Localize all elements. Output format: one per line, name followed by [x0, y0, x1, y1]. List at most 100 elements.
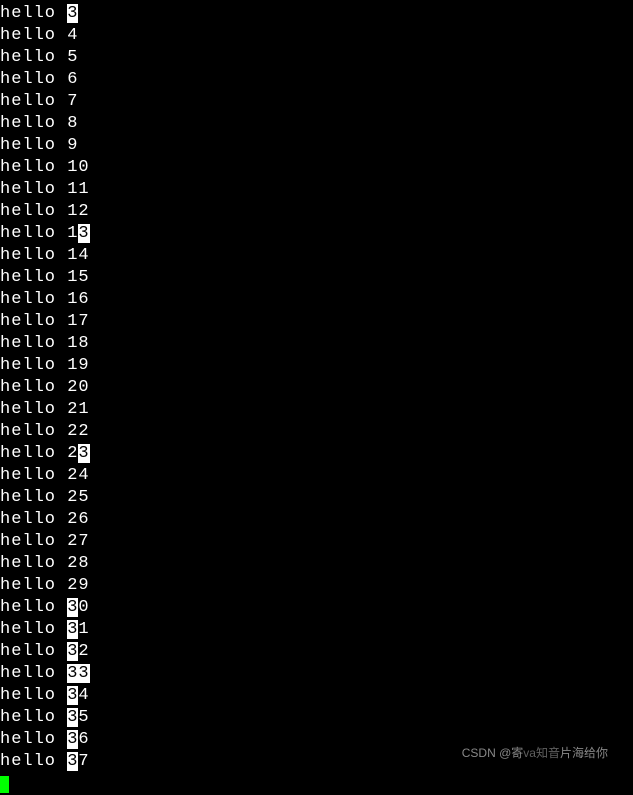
- watermark-text-2: 片海给你: [560, 746, 608, 760]
- terminal-line: hello 4: [0, 25, 633, 47]
- line-number-part: 4: [67, 26, 78, 45]
- line-prefix: hello: [0, 642, 67, 661]
- search-highlight: 3: [67, 708, 78, 727]
- line-number-part: 28: [67, 554, 89, 573]
- line-prefix: hello: [0, 554, 67, 573]
- line-prefix: hello: [0, 598, 67, 617]
- search-highlight: 3: [67, 730, 78, 749]
- line-prefix: hello: [0, 664, 67, 683]
- terminal-line: hello 17: [0, 311, 633, 333]
- line-prefix: hello: [0, 730, 67, 749]
- line-number-part: 9: [67, 136, 78, 155]
- watermark-text-1: CSDN @寄: [462, 746, 524, 760]
- search-highlight: 3: [67, 752, 78, 771]
- line-number-part: 22: [67, 422, 89, 441]
- line-prefix: hello: [0, 246, 67, 265]
- terminal-line: hello 26: [0, 509, 633, 531]
- line-prefix: hello: [0, 356, 67, 375]
- terminal-line: hello 13: [0, 223, 633, 245]
- line-number-part: 29: [67, 576, 89, 595]
- search-highlight: 3: [67, 620, 78, 639]
- terminal-line: hello 21: [0, 399, 633, 421]
- cursor-icon: [0, 776, 9, 793]
- terminal-line: hello 19: [0, 355, 633, 377]
- line-prefix: hello: [0, 290, 67, 309]
- line-prefix: hello: [0, 708, 67, 727]
- terminal-line: hello 18: [0, 333, 633, 355]
- line-number-part: 26: [67, 510, 89, 529]
- line-prefix: hello: [0, 620, 67, 639]
- terminal-line: hello 12: [0, 201, 633, 223]
- line-number-part: 10: [67, 158, 89, 177]
- search-highlight: 33: [67, 664, 89, 683]
- terminal-line: hello 34: [0, 685, 633, 707]
- terminal-output: hello 3hello 4hello 5hello 6hello 7hello…: [0, 3, 633, 795]
- terminal-line: hello 6: [0, 69, 633, 91]
- search-highlight: 3: [78, 444, 89, 463]
- line-prefix: hello: [0, 444, 67, 463]
- line-number-part: 20: [67, 378, 89, 397]
- line-number-part: 5: [78, 708, 89, 727]
- line-number-part: 6: [67, 70, 78, 89]
- line-prefix: hello: [0, 400, 67, 419]
- line-prefix: hello: [0, 334, 67, 353]
- terminal-line: hello 24: [0, 465, 633, 487]
- line-prefix: hello: [0, 312, 67, 331]
- line-prefix: hello: [0, 26, 67, 45]
- line-prefix: hello: [0, 752, 67, 771]
- line-number-part: 7: [67, 92, 78, 111]
- search-highlight: 3: [78, 224, 89, 243]
- line-prefix: hello: [0, 202, 67, 221]
- line-prefix: hello: [0, 114, 67, 133]
- line-number-part: 8: [67, 114, 78, 133]
- line-prefix: hello: [0, 488, 67, 507]
- search-highlight: 3: [67, 4, 78, 23]
- line-prefix: hello: [0, 466, 67, 485]
- line-number-part: 11: [67, 180, 89, 199]
- terminal-line: hello 22: [0, 421, 633, 443]
- line-prefix: hello: [0, 70, 67, 89]
- terminal-line: hello 31: [0, 619, 633, 641]
- line-prefix: hello: [0, 378, 67, 397]
- line-number-part: 5: [67, 48, 78, 67]
- terminal-line: hello 25: [0, 487, 633, 509]
- line-number-part: 25: [67, 488, 89, 507]
- line-number-part: 2: [67, 444, 78, 463]
- line-prefix: hello: [0, 180, 67, 199]
- terminal-line: hello 20: [0, 377, 633, 399]
- watermark: CSDN @寄va知音片海给你: [462, 742, 608, 764]
- line-number-part: 24: [67, 466, 89, 485]
- terminal-line: hello 15: [0, 267, 633, 289]
- terminal-line: hello 8: [0, 113, 633, 135]
- search-highlight: 3: [67, 686, 78, 705]
- terminal-line: hello 10: [0, 157, 633, 179]
- search-highlight: 3: [67, 642, 78, 661]
- terminal-line: hello 16: [0, 289, 633, 311]
- line-prefix: hello: [0, 48, 67, 67]
- line-number-part: 19: [67, 356, 89, 375]
- watermark-faint: va知音: [523, 746, 560, 760]
- search-highlight: 3: [67, 598, 78, 617]
- line-number-part: 0: [78, 598, 89, 617]
- line-number-part: 15: [67, 268, 89, 287]
- line-prefix: hello: [0, 224, 67, 243]
- line-prefix: hello: [0, 576, 67, 595]
- line-number-part: 17: [67, 312, 89, 331]
- line-prefix: hello: [0, 510, 67, 529]
- terminal-line: hello 27: [0, 531, 633, 553]
- line-number-part: 4: [78, 686, 89, 705]
- line-prefix: hello: [0, 136, 67, 155]
- terminal-line: hello 14: [0, 245, 633, 267]
- line-prefix: hello: [0, 422, 67, 441]
- line-number-part: 6: [78, 730, 89, 749]
- line-prefix: hello: [0, 158, 67, 177]
- terminal-line: hello 23: [0, 443, 633, 465]
- line-number-part: 27: [67, 532, 89, 551]
- line-number-part: 12: [67, 202, 89, 221]
- terminal-line: hello 7: [0, 91, 633, 113]
- line-prefix: hello: [0, 92, 67, 111]
- terminal-line: hello 32: [0, 641, 633, 663]
- terminal-line: hello 11: [0, 179, 633, 201]
- line-prefix: hello: [0, 686, 67, 705]
- line-number-part: 1: [67, 224, 78, 243]
